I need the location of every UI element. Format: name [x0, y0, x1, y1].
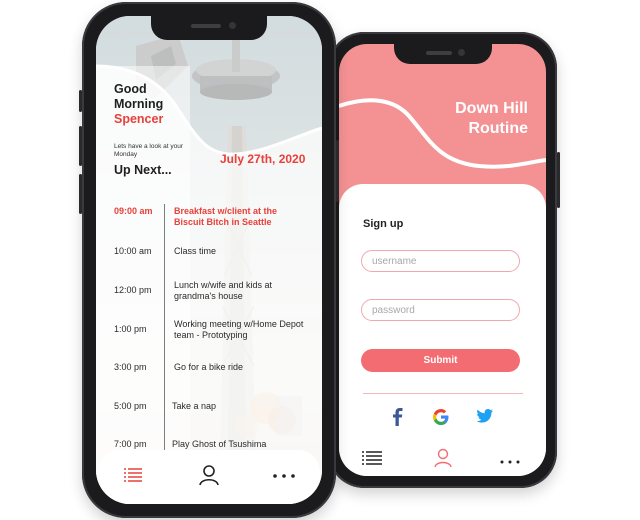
event-title: Play Ghost of Tsushima [172, 439, 267, 449]
event-title: Working meeting w/Home Depot team - Prot… [174, 319, 304, 340]
app-title: Down Hill Routine [455, 99, 528, 139]
event-time: 10:00 am [114, 246, 152, 256]
greeting: Good Morning [114, 82, 163, 112]
twitter-icon[interactable] [476, 408, 493, 428]
greeting-line-1: Good [114, 82, 147, 96]
more-icon[interactable] [499, 453, 521, 471]
bottom-nav [98, 450, 320, 504]
signup-card: Sign up Submit [339, 184, 546, 476]
username-input[interactable] [361, 250, 520, 272]
phone-notch [151, 16, 267, 40]
event-time: 12:00 pm [114, 285, 152, 295]
event-time: 3:00 pm [114, 362, 147, 372]
list-icon[interactable] [361, 450, 383, 471]
subtitle: Lets have a look at your Monday [114, 143, 184, 158]
event-time: 5:00 pm [114, 401, 147, 411]
divider [363, 393, 523, 394]
user-icon[interactable] [433, 448, 453, 473]
event-title: Go for a bike ride [174, 362, 244, 372]
list-icon[interactable] [122, 464, 144, 491]
event-time: 09:00 am [114, 206, 153, 216]
google-icon[interactable] [432, 408, 450, 431]
up-next-label: Up Next... [114, 163, 172, 177]
signup-title: Sign up [363, 218, 404, 230]
bottom-nav [339, 448, 546, 476]
schedule-phone: Good Morning Spencer Lets have a look at… [79, 2, 339, 518]
user-icon[interactable] [198, 464, 220, 491]
signup-screen: Down Hill Routine Sign up Submit [339, 44, 546, 476]
greeting-line-2: Morning [114, 97, 164, 111]
event-time: 7:00 pm [114, 439, 147, 449]
event-title: Take a nap [172, 401, 217, 411]
submit-button[interactable]: Submit [361, 349, 520, 372]
timeline-line [164, 204, 165, 454]
facebook-icon[interactable] [392, 408, 404, 431]
event-title: Breakfast w/client at the Biscuit Bitch … [174, 206, 278, 227]
event-title: Lunch w/wife and kids at grandma's house [174, 280, 273, 301]
schedule-screen: Good Morning Spencer Lets have a look at… [96, 16, 322, 504]
phone-notch [393, 44, 492, 64]
event-time: 1:00 pm [114, 324, 147, 334]
date-label: July 27th, 2020 [220, 152, 306, 166]
password-input[interactable] [361, 299, 520, 321]
app-title-line-1: Down Hill [455, 100, 528, 117]
signup-phone: Down Hill Routine Sign up Submit [328, 32, 560, 488]
more-icon[interactable] [272, 468, 296, 486]
event-title: Class time [174, 246, 217, 256]
app-title-line-2: Routine [468, 120, 528, 137]
user-name: Spencer [114, 112, 164, 126]
